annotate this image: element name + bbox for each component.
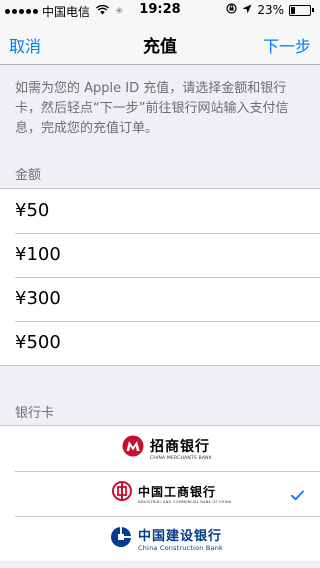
- orientation-lock-icon: [226, 3, 237, 17]
- instructions-text: 如需为您的 Apple ID 充值，请选择金额和银行卡，然后轻点“下一步”前往银…: [15, 81, 289, 136]
- bank-option-cmb[interactable]: 招商银行 CHINA MERCHANTS BANK: [0, 426, 320, 471]
- ccb-emblem-icon: [110, 526, 132, 552]
- bank-english-name: INDUSTRIAL AND COMMERCIAL BANK OF CHINA: [138, 499, 232, 504]
- icbc-logo: 中国工商银行 INDUSTRIAL AND COMMERCIAL BANK OF…: [112, 481, 232, 505]
- ccb-logo: 中国建设银行 China Construction Bank: [110, 525, 223, 552]
- bank-english-name: CHINA MERCHANTS BANK: [150, 455, 212, 461]
- bank-name: 中国工商银行: [138, 484, 217, 499]
- navigation-bar: 取消 充值 下一步: [0, 20, 320, 65]
- amount-list: ¥50 ¥100 ¥300 ¥500: [0, 188, 320, 366]
- amount-option-300[interactable]: ¥300: [0, 277, 320, 321]
- location-arrow-icon: [242, 3, 252, 17]
- amount-option-50[interactable]: ¥50: [0, 189, 320, 233]
- checkmark-icon: [291, 486, 304, 505]
- status-bar: 中国电信 ✳ 19:28 23%: [0, 0, 320, 20]
- amount-option-500[interactable]: ¥500: [0, 321, 320, 365]
- next-button[interactable]: 下一步: [263, 33, 311, 57]
- battery-percentage: 23%: [257, 3, 284, 17]
- battery-icon: [289, 4, 314, 16]
- bank-section-header: 银行卡: [15, 406, 55, 421]
- bank-list: 招商银行 CHINA MERCHANTS BANK 中国工商银行 INDUSTR…: [0, 425, 320, 561]
- cmb-logo: 招商银行 CHINA MERCHANTS BANK: [122, 435, 212, 461]
- bank-english-name: China Construction Bank: [138, 544, 224, 552]
- status-right: 23%: [226, 3, 314, 17]
- bank-name: 招商银行: [150, 438, 210, 455]
- bank-name: 中国建设银行: [138, 529, 223, 544]
- icbc-emblem-icon: [112, 481, 132, 505]
- bank-option-ccb[interactable]: 中国建设银行 China Construction Bank: [0, 516, 320, 561]
- amount-section-header: 金额: [15, 168, 42, 183]
- bank-option-icbc[interactable]: 中国工商银行 INDUSTRIAL AND COMMERCIAL BANK OF…: [0, 471, 320, 516]
- cmb-emblem-icon: [122, 435, 144, 461]
- amount-option-100[interactable]: ¥100: [0, 233, 320, 277]
